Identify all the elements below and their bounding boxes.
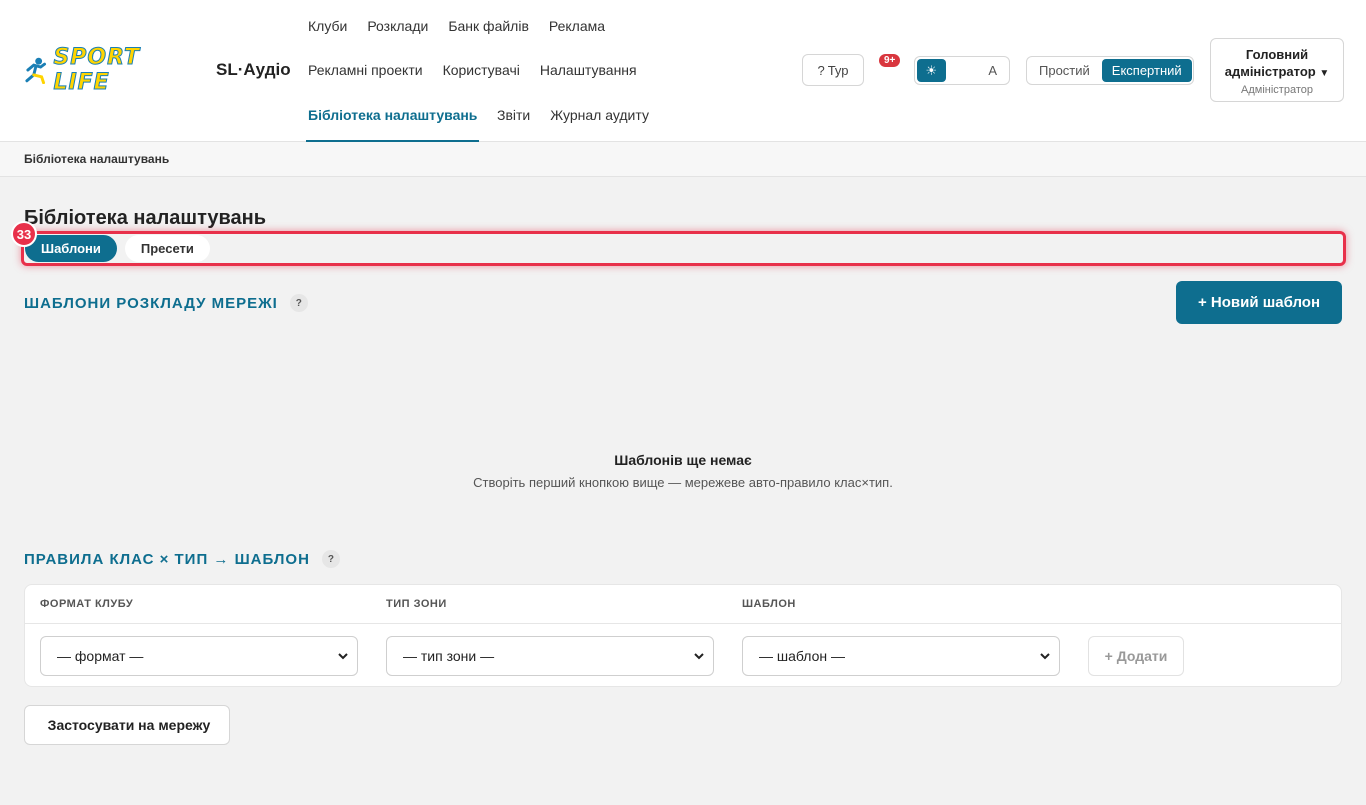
tour-button[interactable]: ? Тур bbox=[802, 54, 864, 86]
nav-row-1: Клуби Розклади Банк файлів Реклама bbox=[308, 18, 605, 34]
templates-section-title: ШАБЛОНИ РОЗКЛАДУ МЕРЕЖІ ? bbox=[24, 294, 308, 312]
templates-section-label: ШАБЛОНИ РОЗКЛАДУ МЕРЕЖІ bbox=[24, 294, 278, 312]
theme-dark-button[interactable] bbox=[948, 59, 977, 82]
rules-table: ФОРМАТ КЛУБУ ТИП ЗОНИ ШАБЛОН — формат — … bbox=[24, 584, 1342, 687]
empty-state-title: Шаблонів ще немає bbox=[614, 452, 752, 468]
column-header-template: ШАБЛОН bbox=[742, 598, 796, 610]
page-title: Бібліотека налаштувань bbox=[24, 207, 267, 229]
nav-row-2: Рекламні проекти Користувачі Налаштуванн… bbox=[308, 62, 637, 78]
user-name-line: Головний адміністратор ▼ bbox=[1211, 46, 1343, 82]
breadcrumb: Бібліотека налаштувань bbox=[0, 142, 1366, 177]
chevron-down-icon: ▼ bbox=[1319, 68, 1330, 79]
help-icon[interactable]: ? bbox=[289, 294, 308, 312]
apply-label: Застосувати на мережу bbox=[47, 717, 211, 733]
chevron-down-icon bbox=[1040, 653, 1050, 660]
column-header-club-format: ФОРМАТ КЛУБУ bbox=[40, 598, 134, 610]
element-marker-badge: 33 bbox=[11, 221, 37, 247]
nav-item-clubs[interactable]: Клуби bbox=[308, 18, 347, 34]
question-icon: ? bbox=[817, 62, 825, 78]
zone-type-select[interactable]: — тип зони — bbox=[386, 636, 714, 676]
empty-state-subtitle: Створіть перший кнопкою вище — мережеве … bbox=[473, 475, 893, 490]
add-rule-button[interactable]: + Додати bbox=[1088, 636, 1184, 676]
library-tabs: Шаблони Пресети bbox=[21, 231, 1346, 266]
mode-switcher: Простий Експертний bbox=[1026, 56, 1194, 85]
logo-text: SPORT LIFE bbox=[53, 45, 141, 96]
club-format-select[interactable]: — формат — bbox=[40, 636, 358, 676]
nav-item-settings[interactable]: Налаштування bbox=[540, 62, 637, 78]
help-icon[interactable]: ? bbox=[321, 550, 340, 568]
nav-item-reports[interactable]: Звіти bbox=[497, 107, 530, 123]
theme-light-button[interactable]: ☀ bbox=[917, 59, 946, 82]
theme-switcher: ☀ A bbox=[914, 56, 1010, 85]
tab-templates[interactable]: Шаблони bbox=[25, 235, 117, 262]
template-select[interactable]: — шаблон — bbox=[742, 636, 1060, 676]
nav-item-advertising[interactable]: Реклама bbox=[549, 18, 605, 34]
mode-simple-button[interactable]: Простий bbox=[1029, 59, 1100, 82]
column-header-zone-type: ТИП ЗОНИ bbox=[386, 598, 447, 610]
club-format-value: — формат — bbox=[57, 648, 144, 664]
user-menu[interactable]: Головний адміністратор ▼ Адміністратор bbox=[1210, 38, 1344, 102]
template-value: — шаблон — bbox=[759, 648, 846, 664]
nav-item-ad-projects[interactable]: Рекламні проекти bbox=[308, 62, 423, 78]
nav-item-settings-library[interactable]: Бібліотека налаштувань bbox=[308, 107, 477, 123]
user-name: Головний адміністратор bbox=[1224, 47, 1316, 79]
rules-table-header: ФОРМАТ КЛУБУ ТИП ЗОНИ ШАБЛОН bbox=[25, 585, 1341, 624]
rules-section-label: ПРАВИЛА КЛАС × ТИП → ШАБЛОН bbox=[24, 550, 310, 568]
nav-item-file-bank[interactable]: Банк файлів bbox=[448, 18, 529, 34]
new-template-button[interactable]: + Новий шаблон bbox=[1176, 281, 1342, 324]
nav-item-schedules[interactable]: Розклади bbox=[367, 18, 428, 34]
app-name: SL·Аудіо bbox=[216, 60, 291, 79]
nav-item-users[interactable]: Користувачі bbox=[443, 62, 520, 78]
sport-life-logo[interactable]: SPORT LIFE bbox=[22, 45, 202, 96]
chevron-down-icon bbox=[338, 653, 348, 660]
top-header: SPORT LIFE SL·Аудіо Клуби Розклади Банк … bbox=[0, 0, 1366, 142]
runner-logo-icon bbox=[25, 57, 47, 84]
rules-section-title: ПРАВИЛА КЛАС × ТИП → ШАБЛОН ? bbox=[24, 550, 340, 568]
theme-auto-button[interactable]: A bbox=[978, 59, 1007, 82]
nav-row-3: Звіти Журнал аудиту bbox=[497, 107, 649, 123]
zone-type-value: — тип зони — bbox=[403, 648, 495, 664]
apply-to-network-button[interactable]: Застосувати на мережу bbox=[24, 705, 230, 745]
mode-expert-button[interactable]: Експертний bbox=[1101, 59, 1192, 82]
chevron-down-icon bbox=[694, 653, 704, 660]
user-role: Адміністратор bbox=[1241, 84, 1313, 96]
notification-badge: 9+ bbox=[879, 54, 901, 67]
tab-presets[interactable]: Пресети bbox=[124, 235, 210, 262]
nav-item-audit-log[interactable]: Журнал аудиту bbox=[550, 107, 649, 123]
tour-label: Тур bbox=[827, 62, 849, 78]
